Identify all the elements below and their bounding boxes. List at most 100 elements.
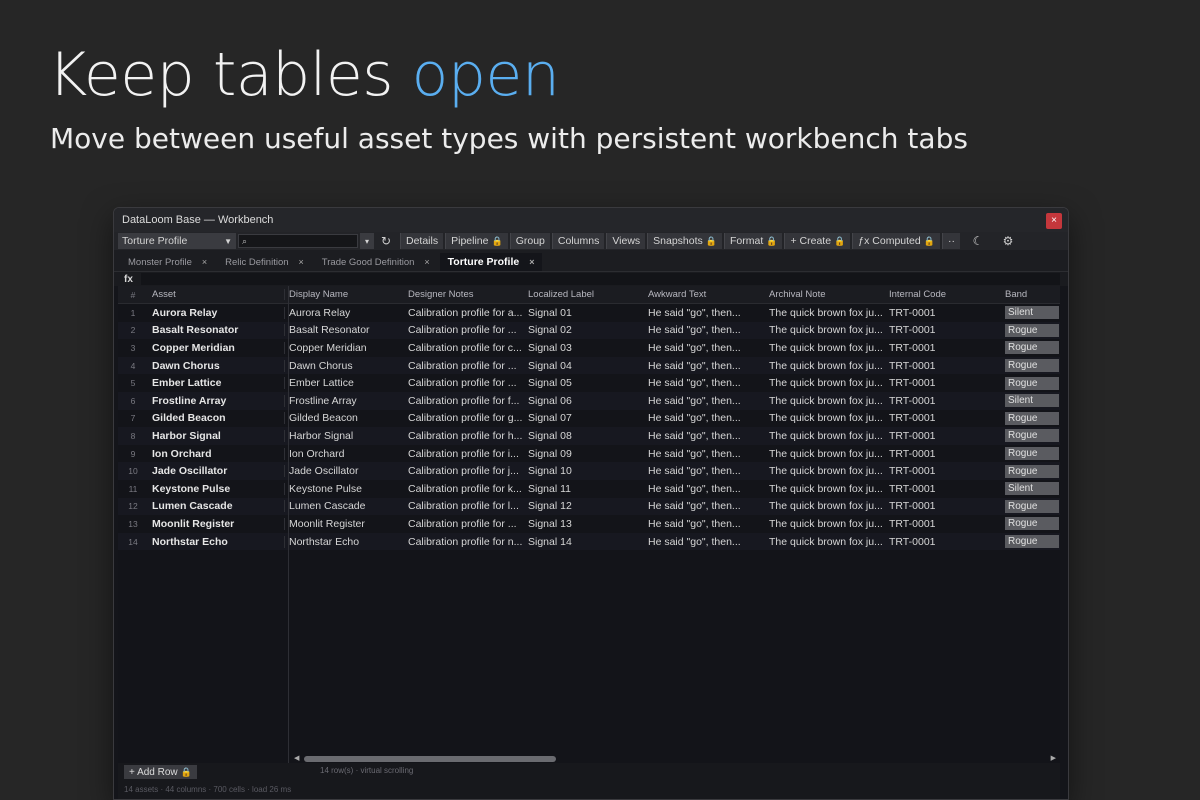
toolbar-button-x-computed[interactable]: ƒx Computed 🔒 — [852, 233, 940, 249]
toolbar-button-[interactable]: ·· — [941, 233, 960, 249]
cell-localized-label[interactable]: Signal 02 — [524, 324, 644, 336]
close-icon[interactable]: × — [202, 257, 207, 267]
cell-localized-label[interactable]: Signal 07 — [524, 412, 644, 424]
table-row[interactable]: 1 Aurora Relay Aurora Relay Calibration pro… — [118, 304, 1060, 322]
cell-designer-notes[interactable]: Calibration profile for h... — [404, 430, 524, 442]
cell-internal-code[interactable]: TRT-0001 — [885, 360, 1003, 372]
cell-display-name[interactable]: Gilded Beacon — [284, 412, 404, 425]
column-header-display-name[interactable]: Display Name — [284, 289, 404, 300]
column-header-archival-note[interactable]: Archival Note — [765, 289, 885, 300]
cell-asset[interactable]: Jade Oscillator — [148, 465, 284, 477]
band-badge[interactable]: Rogue — [1005, 323, 1059, 337]
cell-internal-code[interactable]: TRT-0001 — [885, 448, 1003, 460]
cell-localized-label[interactable]: Signal 13 — [524, 518, 644, 530]
cell-awkward-text[interactable]: He said "go", then... — [644, 395, 765, 407]
cell-band[interactable]: Rogue — [1003, 359, 1059, 373]
cell-band[interactable]: Silent — [1003, 482, 1059, 496]
column-header-designer-notes[interactable]: Designer Notes — [404, 289, 524, 300]
cell-internal-code[interactable]: TRT-0001 — [885, 324, 1003, 336]
table-row[interactable]: 4 Dawn Chorus Dawn Chorus Calibration profi… — [118, 356, 1060, 375]
cell-band[interactable]: Rogue — [1003, 341, 1059, 355]
column-header-awkward-text[interactable]: Awkward Text — [644, 289, 765, 300]
profile-select[interactable]: Torture Profile ▼ — [118, 233, 236, 249]
cell-localized-label[interactable]: Signal 14 — [524, 536, 644, 548]
cell-designer-notes[interactable]: Calibration profile for f... — [404, 395, 524, 407]
band-badge[interactable]: Rogue — [1005, 464, 1059, 478]
cell-designer-notes[interactable]: Calibration profile for ... — [404, 377, 524, 389]
cell-asset[interactable]: Northstar Echo — [148, 536, 284, 548]
cell-display-name[interactable]: Dawn Chorus — [284, 359, 404, 372]
cell-designer-notes[interactable]: Calibration profile for ... — [404, 324, 524, 336]
cell-awkward-text[interactable]: He said "go", then... — [644, 307, 765, 319]
cell-internal-code[interactable]: TRT-0001 — [885, 395, 1003, 407]
cell-awkward-text[interactable]: He said "go", then... — [644, 342, 765, 354]
cell-archival-note[interactable]: The quick brown fox ju... — [765, 395, 885, 407]
cell-awkward-text[interactable]: He said "go", then... — [644, 500, 765, 512]
cell-localized-label[interactable]: Signal 10 — [524, 465, 644, 477]
close-button[interactable]: × — [1046, 213, 1062, 229]
cell-band[interactable]: Rogue — [1003, 429, 1059, 443]
band-badge[interactable]: Rogue — [1005, 411, 1059, 425]
cell-archival-note[interactable]: The quick brown fox ju... — [765, 518, 885, 530]
band-badge[interactable]: Rogue — [1005, 499, 1059, 513]
moon-icon[interactable]: ☾ — [966, 233, 990, 249]
cell-designer-notes[interactable]: Calibration profile for n... — [404, 536, 524, 548]
band-badge[interactable]: Rogue — [1005, 376, 1059, 390]
close-icon[interactable]: × — [299, 257, 304, 267]
table-row[interactable]: 14 Northstar Echo Northstar Echo Calibratio… — [118, 532, 1060, 551]
cell-band[interactable]: Rogue — [1003, 464, 1059, 478]
cell-band[interactable]: Rogue — [1003, 323, 1059, 337]
table-row[interactable]: 13 Moonlit Register Moonlit Register Calibr… — [118, 515, 1060, 533]
cell-display-name[interactable]: Frostline Array — [284, 394, 404, 407]
cell-designer-notes[interactable]: Calibration profile for i... — [404, 448, 524, 460]
cell-archival-note[interactable]: The quick brown fox ju... — [765, 307, 885, 319]
cell-designer-notes[interactable]: Calibration profile for j... — [404, 465, 524, 477]
band-badge[interactable]: Rogue — [1005, 517, 1059, 531]
cell-internal-code[interactable]: TRT-0001 — [885, 465, 1003, 477]
band-badge[interactable]: Silent — [1005, 306, 1059, 320]
cell-band[interactable]: Rogue — [1003, 411, 1059, 425]
cell-asset[interactable]: Basalt Resonator — [148, 324, 284, 336]
tab-trade-good-definition[interactable]: Trade Good Definition × — [314, 253, 438, 271]
cell-awkward-text[interactable]: He said "go", then... — [644, 324, 765, 336]
cell-localized-label[interactable]: Signal 06 — [524, 395, 644, 407]
close-icon[interactable]: × — [529, 257, 534, 267]
band-badge[interactable]: Rogue — [1005, 359, 1059, 373]
cell-localized-label[interactable]: Signal 12 — [524, 500, 644, 512]
cell-band[interactable]: Rogue — [1003, 535, 1059, 549]
cell-archival-note[interactable]: The quick brown fox ju... — [765, 324, 885, 336]
tab-torture-profile[interactable]: Torture Profile × — [439, 253, 543, 271]
cell-asset[interactable]: Aurora Relay — [148, 307, 284, 319]
gear-icon[interactable]: ⚙ — [996, 233, 1020, 249]
table-row[interactable]: 9 Ion Orchard Ion Orchard Calibration profi… — [118, 445, 1060, 463]
cell-display-name[interactable]: Ember Lattice — [284, 377, 404, 390]
table-row[interactable]: 11 Keystone Pulse Keystone Pulse Calibratio… — [118, 480, 1060, 498]
cell-internal-code[interactable]: TRT-0001 — [885, 483, 1003, 495]
cell-archival-note[interactable]: The quick brown fox ju... — [765, 377, 885, 389]
search-mode-dropdown[interactable]: ▾ — [360, 233, 374, 249]
table-row[interactable]: 3 Copper Meridian Copper Meridian Calibrati… — [118, 339, 1060, 357]
cell-awkward-text[interactable]: He said "go", then... — [644, 360, 765, 372]
cell-internal-code[interactable]: TRT-0001 — [885, 518, 1003, 530]
cell-display-name[interactable]: Basalt Resonator — [284, 324, 404, 337]
cell-band[interactable]: Rogue — [1003, 499, 1059, 513]
cell-display-name[interactable]: Harbor Signal — [284, 429, 404, 442]
cell-display-name[interactable]: Aurora Relay — [284, 306, 404, 319]
cell-asset[interactable]: Ember Lattice — [148, 377, 284, 389]
cell-awkward-text[interactable]: He said "go", then... — [644, 377, 765, 389]
band-badge[interactable]: Rogue — [1005, 447, 1059, 461]
toolbar-button-create[interactable]: + Create 🔒 — [784, 233, 851, 249]
cell-awkward-text[interactable]: He said "go", then... — [644, 430, 765, 442]
cell-asset[interactable]: Dawn Chorus — [148, 360, 284, 372]
cell-archival-note[interactable]: The quick brown fox ju... — [765, 500, 885, 512]
cell-internal-code[interactable]: TRT-0001 — [885, 377, 1003, 389]
table-row[interactable]: 12 Lumen Cascade Lumen Cascade Calibration … — [118, 497, 1060, 516]
column-header-band[interactable]: Band — [1003, 289, 1059, 300]
cell-band[interactable]: Silent — [1003, 394, 1059, 408]
search-input[interactable]: ⌕ — [238, 234, 358, 248]
cell-archival-note[interactable]: The quick brown fox ju... — [765, 342, 885, 354]
formula-input[interactable] — [140, 273, 1060, 285]
cell-designer-notes[interactable]: Calibration profile for g... — [404, 412, 524, 424]
cell-band[interactable]: Silent — [1003, 306, 1059, 320]
cell-asset[interactable]: Harbor Signal — [148, 430, 284, 442]
